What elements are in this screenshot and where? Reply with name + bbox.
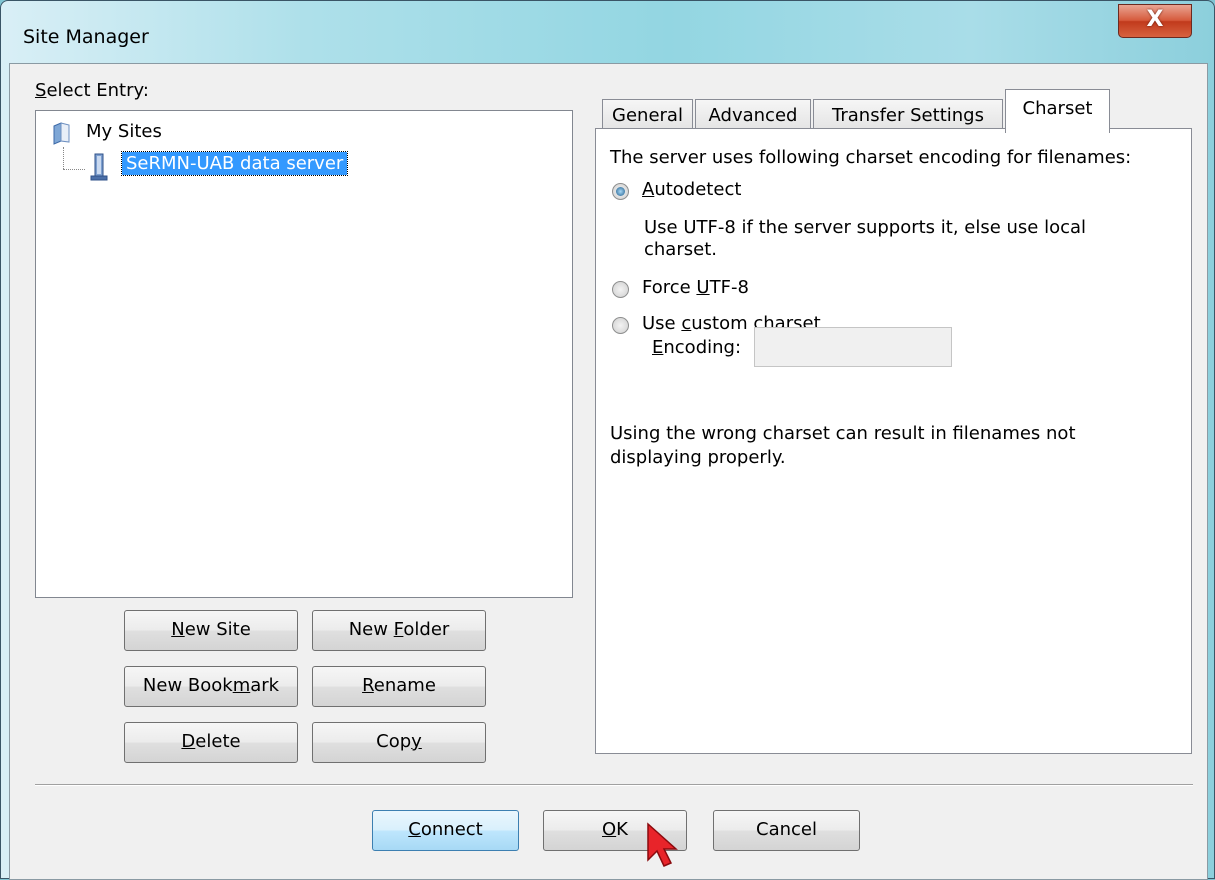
divider — [35, 784, 1193, 786]
site-tree[interactable]: My Sites SeRMN-UAB data server — [35, 110, 573, 598]
select-entry-label: Select Entry: — [35, 80, 149, 101]
tab-general[interactable]: General — [602, 99, 693, 131]
close-button[interactable]: X — [1118, 4, 1192, 38]
close-icon: X — [1146, 7, 1164, 32]
new-site-button[interactable]: New Site — [124, 610, 298, 651]
tree-connector — [63, 169, 85, 170]
autodetect-label[interactable]: Autodetect — [642, 179, 741, 200]
encoding-field[interactable] — [754, 327, 952, 367]
autodetect-radio[interactable] — [612, 183, 629, 200]
rename-button[interactable]: Rename — [312, 666, 486, 707]
title-bar[interactable]: Site Manager X — [1, 1, 1214, 63]
connect-button[interactable]: Connect — [372, 810, 519, 851]
tree-root-label: My Sites — [86, 121, 162, 142]
mouse-cursor-icon — [647, 822, 678, 867]
charset-warning-text: Using the wrong charset can result in fi… — [610, 423, 1076, 444]
dialog-body: Select Entry: My Sites SeRMN-UAB data se… — [9, 63, 1208, 880]
copy-button[interactable]: Copy — [312, 722, 486, 763]
force-utf8-radio[interactable] — [612, 281, 629, 298]
charset-intro-text: The server uses following charset encodi… — [610, 147, 1132, 168]
encoding-label: Encoding: — [652, 337, 742, 358]
tab-advanced[interactable]: Advanced — [695, 99, 811, 131]
custom-charset-radio[interactable] — [612, 317, 629, 334]
window-title: Site Manager — [23, 26, 149, 48]
charset-panel: The server uses following charset encodi… — [595, 128, 1192, 754]
force-utf8-label[interactable]: Force UTF-8 — [642, 277, 749, 298]
tab-transfer-settings[interactable]: Transfer Settings — [813, 99, 1003, 131]
new-folder-button[interactable]: New Folder — [312, 610, 486, 651]
server-icon — [90, 153, 108, 181]
tree-item-sermn-uab-data-server[interactable]: SeRMN-UAB data server — [120, 151, 349, 176]
tab-charset[interactable]: Charset — [1005, 89, 1110, 133]
autodetect-description: Use UTF-8 if the server supports it, els… — [644, 217, 1087, 238]
new-bookmark-button[interactable]: New Bookmark — [124, 666, 298, 707]
delete-button[interactable]: Delete — [124, 722, 298, 763]
charset-warning-text-cont: displaying properly. — [610, 447, 786, 468]
site-manager-window: Site Manager X Select Entry: My Sites Se… — [0, 0, 1215, 880]
autodetect-description-cont: charset. — [644, 239, 717, 260]
folder-icon — [53, 122, 70, 145]
cancel-button[interactable]: Cancel — [713, 810, 860, 851]
tree-connector — [63, 147, 64, 169]
